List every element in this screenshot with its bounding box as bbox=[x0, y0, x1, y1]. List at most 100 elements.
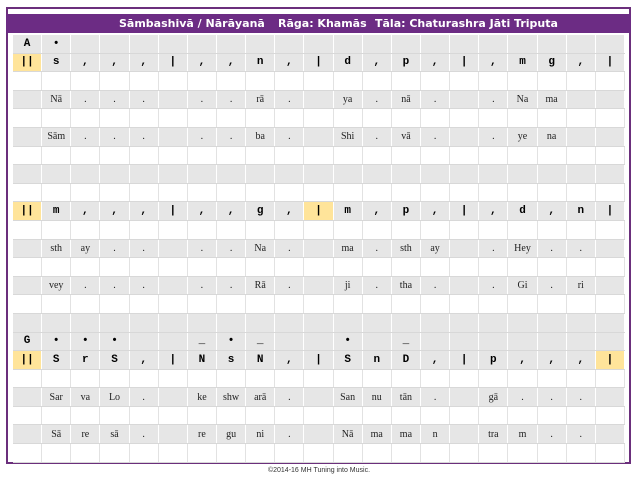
blank-cell bbox=[538, 183, 567, 202]
lyric-cell bbox=[13, 127, 43, 146]
blank-cell bbox=[246, 258, 276, 276]
swara-cell: d bbox=[508, 202, 538, 220]
lyric-cell: ma bbox=[363, 425, 392, 444]
blank-cell bbox=[508, 406, 538, 425]
octave-cell bbox=[363, 35, 392, 53]
lyric-cell: gu bbox=[217, 425, 247, 444]
blank-cell bbox=[275, 444, 305, 462]
lyric-cell bbox=[159, 388, 188, 406]
lyric-cell: Shi bbox=[334, 127, 363, 146]
blank-cell bbox=[392, 72, 421, 90]
blank-cell bbox=[217, 406, 247, 425]
blank-cell bbox=[508, 444, 538, 462]
swara-cell: m bbox=[508, 53, 538, 72]
blank-cell bbox=[392, 444, 421, 462]
lyric-cell: arā bbox=[246, 388, 276, 406]
octave-cell bbox=[421, 332, 451, 351]
lyric-cell: . bbox=[363, 239, 392, 258]
blank-cell bbox=[217, 295, 247, 313]
blank-cell bbox=[334, 183, 363, 202]
swara-cell: N bbox=[188, 351, 217, 369]
swara-cell: , bbox=[217, 53, 247, 72]
octave-cell bbox=[363, 332, 392, 351]
blank-row bbox=[13, 258, 625, 277]
lyric-cell: re bbox=[71, 425, 101, 444]
blank-cell bbox=[304, 258, 334, 276]
lyric-cell: Na bbox=[246, 239, 276, 258]
swara-cell: , bbox=[567, 53, 596, 72]
blank-cell bbox=[538, 72, 567, 90]
lyric-cell bbox=[304, 90, 334, 109]
swara-cell: g bbox=[538, 53, 567, 72]
octave-cell: • bbox=[334, 332, 363, 351]
swara-cell: s bbox=[217, 351, 247, 369]
blank-cell bbox=[538, 313, 567, 332]
swara-cell: | bbox=[450, 351, 480, 369]
lyric-cell: . bbox=[421, 276, 451, 295]
blank-cell bbox=[479, 313, 509, 332]
lyric-cell bbox=[13, 239, 43, 258]
blank-cell bbox=[596, 295, 625, 313]
blank-cell bbox=[421, 72, 451, 90]
blank-cell bbox=[217, 146, 247, 165]
blank-cell bbox=[334, 406, 363, 425]
lyric-cell: n bbox=[421, 425, 451, 444]
blank-cell bbox=[42, 220, 72, 239]
lyric-cell bbox=[304, 388, 334, 406]
blank-cell bbox=[246, 72, 276, 90]
blank-cell bbox=[246, 406, 276, 425]
blank-cell bbox=[421, 146, 451, 165]
lyric-cell bbox=[304, 425, 334, 444]
swara-cell: n bbox=[246, 53, 276, 72]
blank-row bbox=[13, 72, 625, 91]
blank-cell bbox=[363, 220, 392, 239]
blank-cell bbox=[275, 109, 305, 127]
lyric-cell bbox=[304, 239, 334, 258]
octave-cell bbox=[159, 35, 188, 53]
blank-cell bbox=[596, 369, 625, 388]
lyric-cell: . bbox=[130, 276, 159, 295]
blank-cell bbox=[421, 295, 451, 313]
octave-cell bbox=[304, 35, 334, 53]
octave-cell: • bbox=[100, 332, 130, 351]
lyric-cell: . bbox=[567, 239, 596, 258]
blank-cell bbox=[508, 183, 538, 202]
blank-cell bbox=[421, 406, 451, 425]
blank-cell bbox=[159, 146, 188, 165]
blank-cell bbox=[538, 220, 567, 239]
lyric-cell: . bbox=[188, 127, 217, 146]
lyric-cell bbox=[596, 90, 625, 109]
swara-cell: p bbox=[479, 351, 509, 369]
lyric-cell bbox=[159, 239, 188, 258]
blank-cell bbox=[71, 369, 101, 388]
octave-cell bbox=[217, 35, 247, 53]
blank-cell bbox=[42, 165, 72, 183]
blank-cell bbox=[100, 72, 130, 90]
lyric-cell: nu bbox=[363, 388, 392, 406]
blank-cell bbox=[71, 109, 101, 127]
swara-cell: | bbox=[304, 351, 334, 369]
blank-cell bbox=[596, 258, 625, 276]
lyric-cell: . bbox=[538, 276, 567, 295]
lyric-cell: Lo bbox=[100, 388, 130, 406]
blank-cell bbox=[596, 220, 625, 239]
swara-cell: , bbox=[188, 53, 217, 72]
lyric-cell bbox=[596, 127, 625, 146]
lyric-cell: m bbox=[508, 425, 538, 444]
lyric-cell: . bbox=[188, 239, 217, 258]
lyric-cell bbox=[596, 276, 625, 295]
lyric-cell: nā bbox=[392, 90, 421, 109]
lyric-cell: Sām bbox=[42, 127, 72, 146]
blank-cell bbox=[275, 220, 305, 239]
octave-row: G • • • _ • _ • _ bbox=[13, 332, 625, 352]
blank-cell bbox=[567, 109, 596, 127]
swara-cell: , bbox=[538, 202, 567, 220]
octave-cell bbox=[450, 35, 480, 53]
blank-cell bbox=[567, 258, 596, 276]
blank-cell bbox=[246, 313, 276, 332]
swara-cell: N bbox=[246, 351, 276, 369]
blank-cell bbox=[217, 258, 247, 276]
blank-cell bbox=[392, 258, 421, 276]
swara-cell: , bbox=[130, 351, 159, 369]
octave-cell bbox=[304, 332, 334, 351]
